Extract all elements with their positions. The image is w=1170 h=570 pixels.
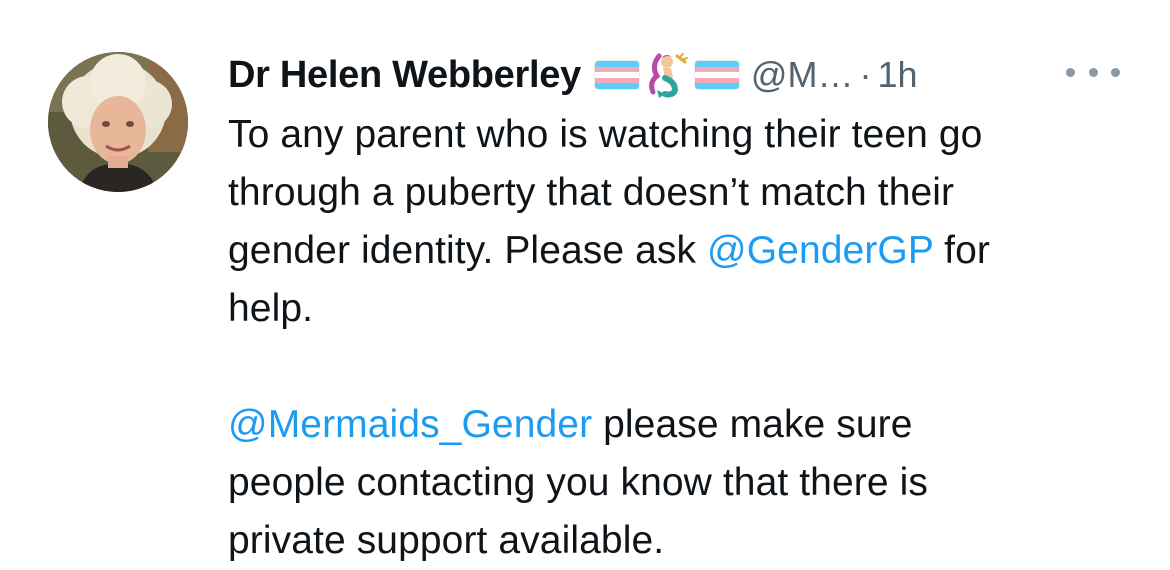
text-segment: gender identity. Please ask: [228, 229, 708, 272]
author-display-name[interactable]: Dr Helen Webberley: [228, 54, 581, 97]
text-segment: please make sure: [592, 403, 913, 446]
author-handle[interactable]: @M…: [751, 54, 854, 96]
more-horizontal-icon[interactable]: [1066, 60, 1120, 84]
text-line: private support available.: [228, 519, 665, 562]
text-line: @Mermaids_Gender please make sure: [228, 396, 1128, 454]
transgender-flag-icon: [594, 61, 639, 89]
text-line: help.: [228, 287, 314, 330]
transgender-flag-icon: [694, 61, 739, 89]
mermaid-icon: [649, 53, 688, 98]
text-segment: for: [933, 229, 990, 272]
mention-gendergp-link[interactable]: @GenderGP: [707, 229, 933, 272]
text-line: gender identity. Please ask @GenderGP fo…: [228, 222, 1128, 280]
text-line: To any parent who is watching their teen…: [228, 113, 983, 156]
tweet-timestamp[interactable]: 1h: [877, 54, 917, 96]
text-line: people contacting you know that there is: [228, 461, 928, 504]
tweet-content: Dr Helen Webberley @M… · 1h To any paren…: [228, 44, 1128, 570]
mention-mermaids-link[interactable]: @Mermaids_Gender: [228, 403, 592, 446]
paragraph-break: [228, 338, 1128, 396]
text-line: through a puberty that doesn’t match the…: [228, 171, 955, 214]
avatar[interactable]: [48, 52, 188, 192]
tweet-text: To any parent who is watching their teen…: [228, 106, 1128, 570]
tweet-header: Dr Helen Webberley @M… · 1h: [228, 44, 1128, 106]
avatar-photo-icon: [48, 52, 188, 192]
separator-dot: ·: [859, 54, 872, 95]
name-emojis: [594, 52, 739, 98]
tweet[interactable]: Dr Helen Webberley @M… · 1h To any paren…: [0, 0, 1170, 568]
